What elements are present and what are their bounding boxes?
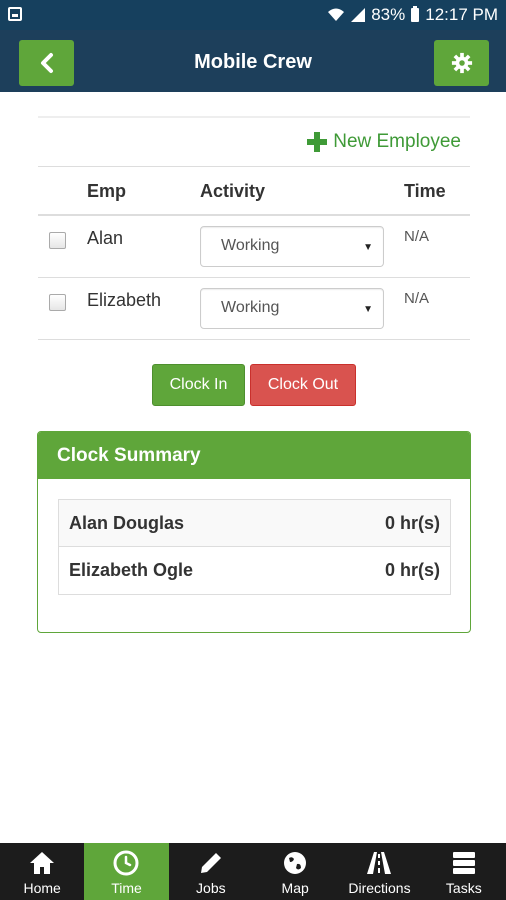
activity-select[interactable]: Working ▼: [200, 288, 384, 329]
column-header-time: Time: [404, 181, 446, 201]
page-title: Mobile Crew: [194, 51, 312, 73]
summary-employee-name: Elizabeth Ogle: [69, 560, 194, 580]
plus-icon: [307, 132, 328, 152]
chevron-left-icon: [40, 53, 53, 73]
clock-in-button[interactable]: Clock In: [152, 364, 245, 406]
nav-label: Directions: [348, 880, 411, 896]
employee-checkbox[interactable]: [49, 294, 66, 311]
status-bar: 83% 12:17 PM: [0, 0, 506, 30]
employee-checkbox[interactable]: [49, 232, 66, 249]
nav-item-directions[interactable]: Directions: [337, 843, 421, 900]
column-header-emp: Emp: [87, 181, 127, 201]
summary-hours: 0 hr(s): [384, 560, 440, 580]
globe-icon: [284, 852, 307, 874]
nav-label: Time: [111, 880, 142, 896]
divider: [38, 116, 470, 118]
dropdown-caret-icon: ▼: [363, 242, 373, 253]
nav-item-time[interactable]: Time: [84, 843, 169, 900]
employee-name: Elizabeth: [87, 290, 162, 310]
summary-employee-name: Alan Douglas: [69, 513, 185, 533]
employee-name: Alan: [87, 228, 124, 248]
road-icon: [367, 852, 392, 874]
clock-time: 12:17 PM: [425, 5, 498, 24]
status-indicators: 83% 12:17 PM: [327, 0, 498, 30]
battery-percent: 83%: [371, 5, 406, 24]
time-value: N/A: [404, 290, 430, 307]
nav-item-tasks[interactable]: Tasks: [422, 843, 506, 900]
battery-icon: [411, 6, 420, 22]
nav-item-map[interactable]: Map: [253, 843, 337, 900]
app-header: Mobile Crew: [0, 30, 506, 92]
clock-summary-panel: Clock Summary Alan Douglas 0 hr(s) Eliza…: [37, 431, 471, 633]
new-employee-link[interactable]: New Employee: [307, 127, 461, 157]
table-header: Emp Activity Time: [38, 166, 470, 216]
pencil-icon: [200, 853, 221, 873]
column-header-activity: Activity: [200, 181, 266, 201]
signal-icon: [351, 8, 366, 22]
crew-table: Emp Activity Time Alan Working ▼ N/A Eli…: [38, 166, 470, 340]
summary-row: Elizabeth Ogle 0 hr(s): [59, 547, 450, 594]
nav-label: Home: [23, 880, 61, 896]
time-value: N/A: [404, 228, 430, 245]
home-icon: [30, 852, 55, 874]
nav-item-jobs[interactable]: Jobs: [169, 843, 253, 900]
wifi-icon: [328, 8, 345, 21]
panel-title: Clock Summary: [38, 432, 470, 479]
server-icon: [452, 852, 475, 874]
nav-label: Jobs: [196, 880, 226, 896]
summary-table: Alan Douglas 0 hr(s) Elizabeth Ogle 0 hr…: [58, 499, 451, 595]
bottom-nav: Home Time Jobs Map Directions Tasks: [0, 843, 506, 900]
summary-hours: 0 hr(s): [384, 513, 440, 533]
nav-label: Map: [281, 880, 309, 896]
gallery-notification-icon: [8, 7, 22, 21]
back-button[interactable]: [19, 40, 74, 86]
nav-label: Tasks: [445, 880, 482, 896]
gear-icon: [451, 52, 472, 74]
settings-button[interactable]: [434, 40, 489, 86]
table-row: Alan Working ▼ N/A: [38, 216, 470, 278]
nav-item-home[interactable]: Home: [0, 843, 84, 900]
clock-icon: [113, 850, 139, 876]
dropdown-caret-icon: ▼: [363, 304, 373, 315]
clock-out-button[interactable]: Clock Out: [250, 364, 356, 406]
activity-select[interactable]: Working ▼: [200, 226, 384, 267]
activity-select-value: Working: [221, 299, 280, 316]
new-employee-label: New Employee: [333, 131, 461, 152]
table-row: Elizabeth Working ▼ N/A: [38, 278, 470, 340]
activity-select-value: Working: [221, 237, 280, 254]
summary-row: Alan Douglas 0 hr(s): [59, 500, 450, 547]
